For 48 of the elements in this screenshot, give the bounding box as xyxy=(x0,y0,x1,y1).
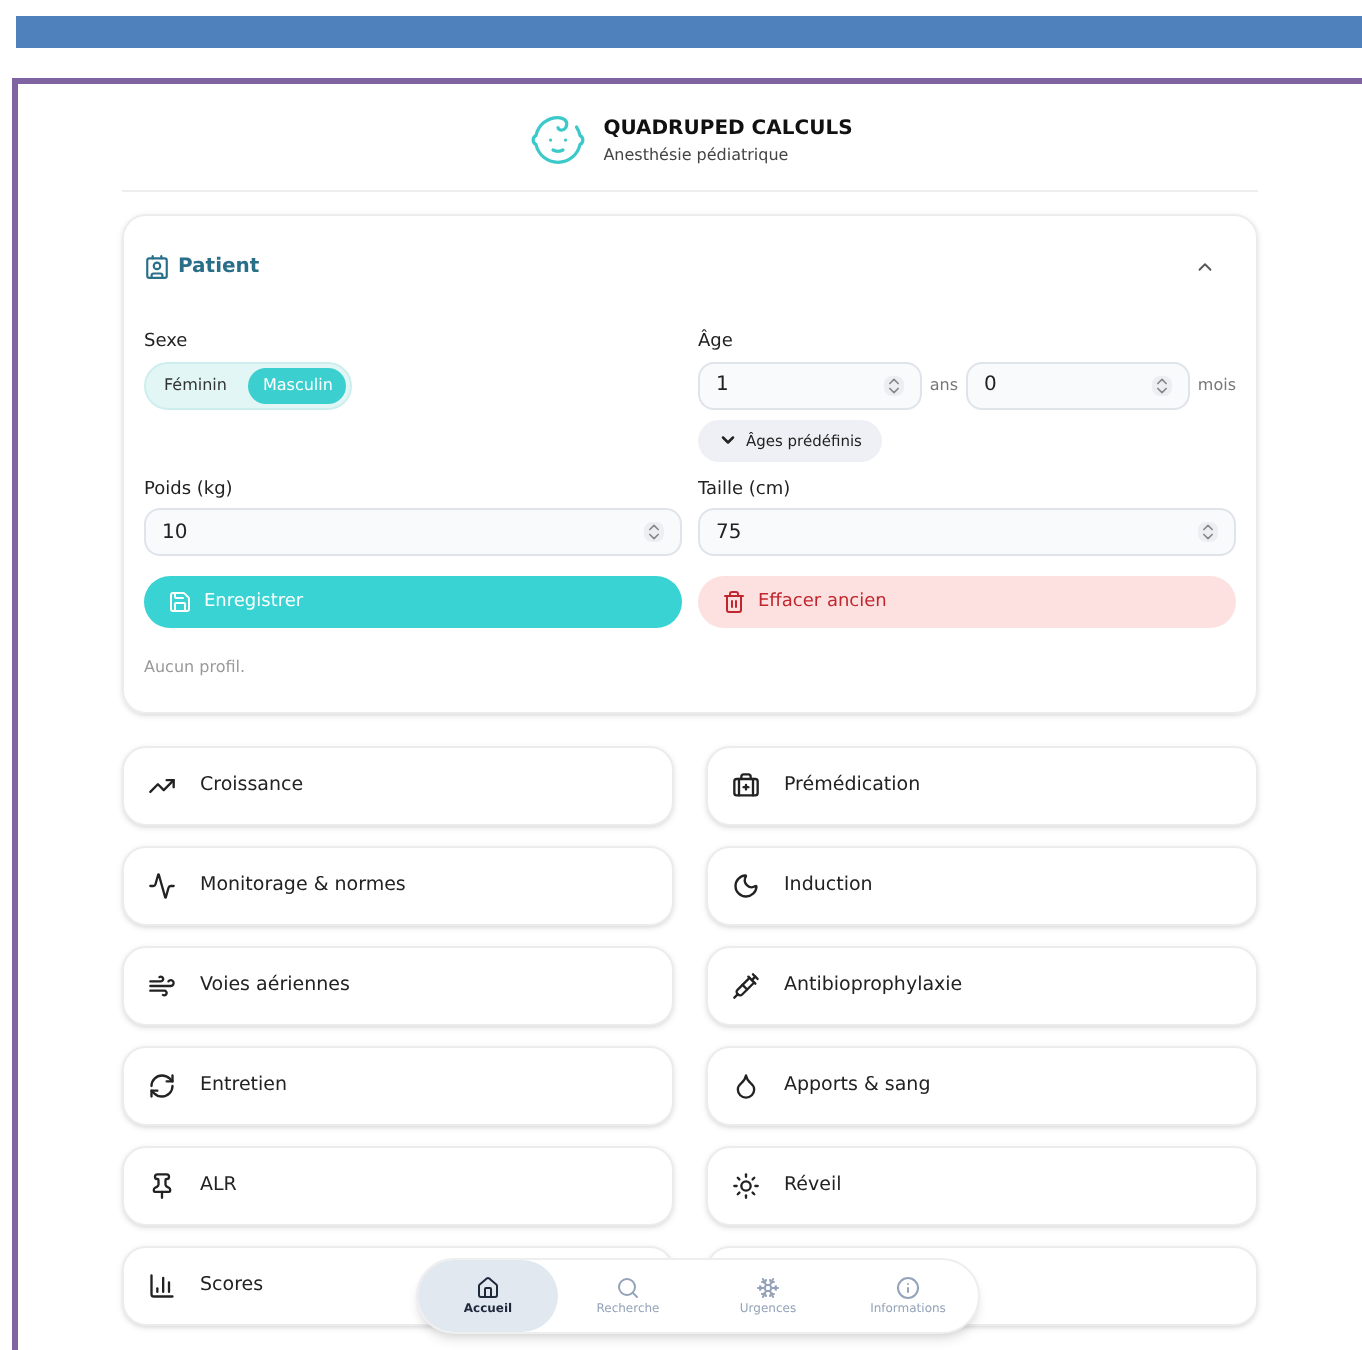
app-title: QUADRUPED CALCULS xyxy=(603,115,853,143)
spinner-icon[interactable] xyxy=(1151,375,1172,395)
medical-kit-icon xyxy=(732,772,760,801)
field-label: Taille (cm) xyxy=(698,477,793,504)
section-card[interactable]: Monitorage & normes xyxy=(122,846,674,927)
input-field[interactable]: 75 xyxy=(698,508,1236,557)
refresh-icon xyxy=(148,1072,176,1101)
input-field[interactable]: 10 xyxy=(144,508,682,557)
unit-label: ans xyxy=(929,373,959,397)
unit-label: mois xyxy=(1197,373,1236,397)
id-card-icon xyxy=(144,254,170,280)
input-field[interactable]: 0 xyxy=(966,361,1190,409)
snowflake-icon xyxy=(756,1275,780,1299)
section-card[interactable]: Réveil xyxy=(706,1146,1258,1227)
section-card[interactable]: Prémédication xyxy=(706,746,1258,827)
clear-button[interactable]: Effacer ancien xyxy=(698,576,1236,629)
trash-icon xyxy=(722,590,746,615)
pin-icon xyxy=(148,1172,176,1201)
info-icon xyxy=(896,1275,920,1299)
section-card[interactable]: Croissance xyxy=(122,746,674,827)
section-card[interactable]: Apports & sang xyxy=(706,1046,1258,1127)
moon-icon xyxy=(732,872,760,901)
wind-icon xyxy=(148,972,176,1001)
section-card[interactable]: Induction xyxy=(706,846,1258,927)
section-card[interactable]: Antibioprophylaxie xyxy=(706,946,1258,1027)
sun-icon xyxy=(732,1172,760,1201)
baby-icon xyxy=(527,110,588,170)
field-label: Âge xyxy=(698,330,735,356)
profile-status: Aucun profil. xyxy=(144,656,248,681)
field-label: Sexe xyxy=(144,330,190,356)
section-card[interactable]: Voies aériennes xyxy=(122,946,674,1027)
section-card[interactable]: Entretien xyxy=(122,1046,674,1127)
sex-option[interactable]: Féminin xyxy=(150,367,241,403)
spinner-icon[interactable] xyxy=(644,522,664,543)
spinner-icon[interactable] xyxy=(1198,522,1218,543)
card-title: Patient xyxy=(178,254,262,282)
pulse-icon xyxy=(148,872,176,901)
spinner-icon[interactable] xyxy=(883,375,904,395)
section-card[interactable]: ALR xyxy=(122,1146,674,1227)
save-icon xyxy=(168,590,192,615)
bar-chart-icon xyxy=(148,1272,176,1301)
search-icon xyxy=(616,1275,640,1299)
app-subtitle: Anesthésie pédiatrique xyxy=(603,143,791,167)
input-field[interactable]: 1 xyxy=(698,361,922,409)
home-icon xyxy=(476,1275,500,1299)
droplet-icon xyxy=(732,1072,760,1101)
field-label: Poids (kg) xyxy=(144,477,235,504)
syringe-icon xyxy=(732,972,760,1001)
